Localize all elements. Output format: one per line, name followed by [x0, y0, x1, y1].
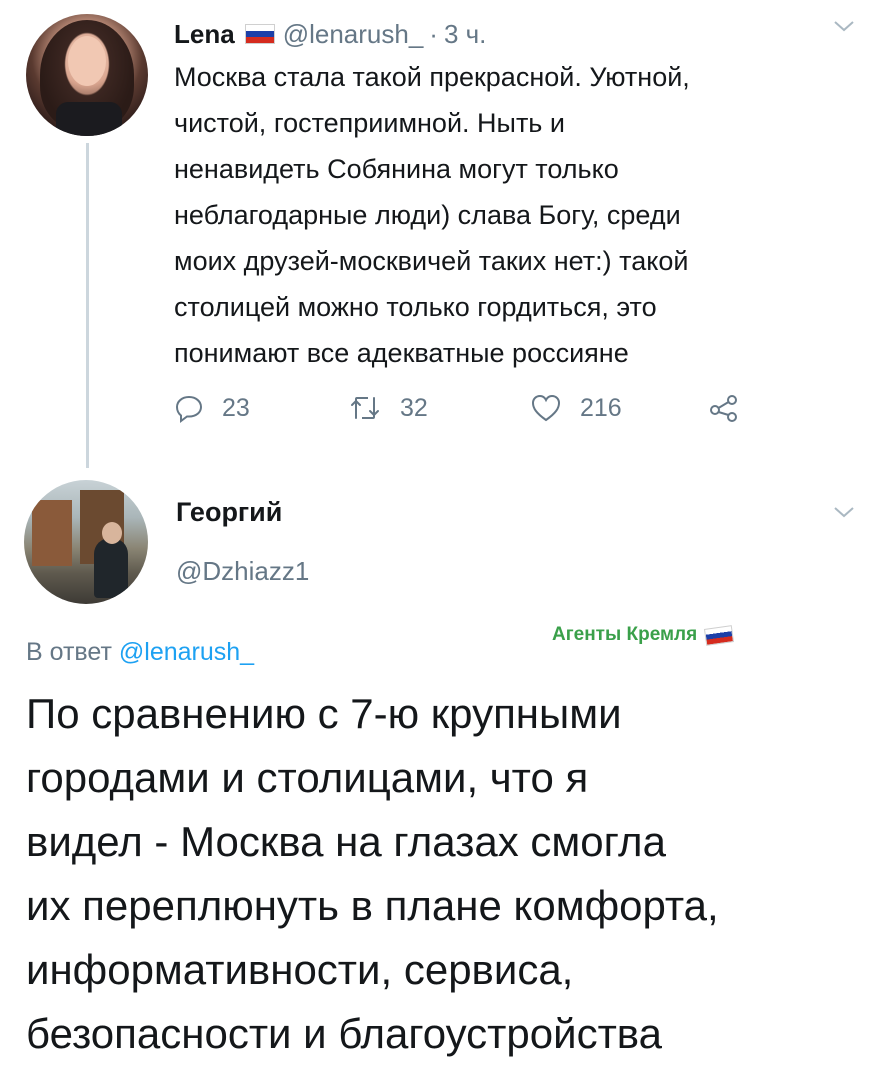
russian-flag-icon: [244, 24, 275, 44]
share-icon: [708, 393, 758, 423]
retweet-icon: [348, 393, 400, 423]
share-button[interactable]: [708, 388, 758, 428]
in-reply-to: В ответ @lenarush_: [26, 638, 254, 667]
retweet-count: 32: [400, 393, 428, 422]
like-button[interactable]: 216: [530, 388, 622, 428]
chevron-down-icon[interactable]: [832, 500, 856, 524]
like-count: 216: [580, 393, 622, 422]
chevron-down-icon[interactable]: [832, 14, 856, 38]
heart-icon: [530, 393, 580, 423]
watermark-label: Агенты Кремля: [552, 624, 698, 645]
tweet-actions: 23 32 216: [0, 388, 887, 428]
reply-text: По сравнению с 7-ю крупными городами и с…: [26, 690, 719, 1057]
tweet-header: Lena @lenarush_ · 3 ч.: [174, 16, 486, 52]
avatar-lena[interactable]: [26, 14, 148, 136]
avatar-georgiy[interactable]: [24, 480, 148, 604]
tweet-text: Москва стала такой прекрасной. Уютной, ч…: [174, 62, 690, 368]
author-name[interactable]: Lena: [174, 19, 235, 50]
reply-button[interactable]: 23: [174, 388, 250, 428]
reply-author-handle[interactable]: @Dzhiazz1: [176, 556, 309, 587]
retweet-button[interactable]: 32: [348, 388, 428, 428]
separator-dot: ·: [429, 18, 438, 49]
author-handle[interactable]: @lenarush_: [283, 19, 424, 50]
in-reply-handle-link[interactable]: @lenarush_: [119, 638, 254, 666]
watermark: Агенты Кремля: [552, 624, 735, 646]
reply-icon: [174, 393, 222, 423]
reply-count: 23: [222, 393, 250, 422]
original-tweet: Lena @lenarush_ · 3 ч. Москва стала тако…: [0, 0, 887, 470]
in-reply-prefix: В ответ: [26, 638, 112, 666]
russian-flag-icon: [704, 624, 735, 646]
reply-author-name[interactable]: Георгий: [176, 497, 282, 528]
tweet-time[interactable]: 3 ч.: [444, 19, 486, 50]
